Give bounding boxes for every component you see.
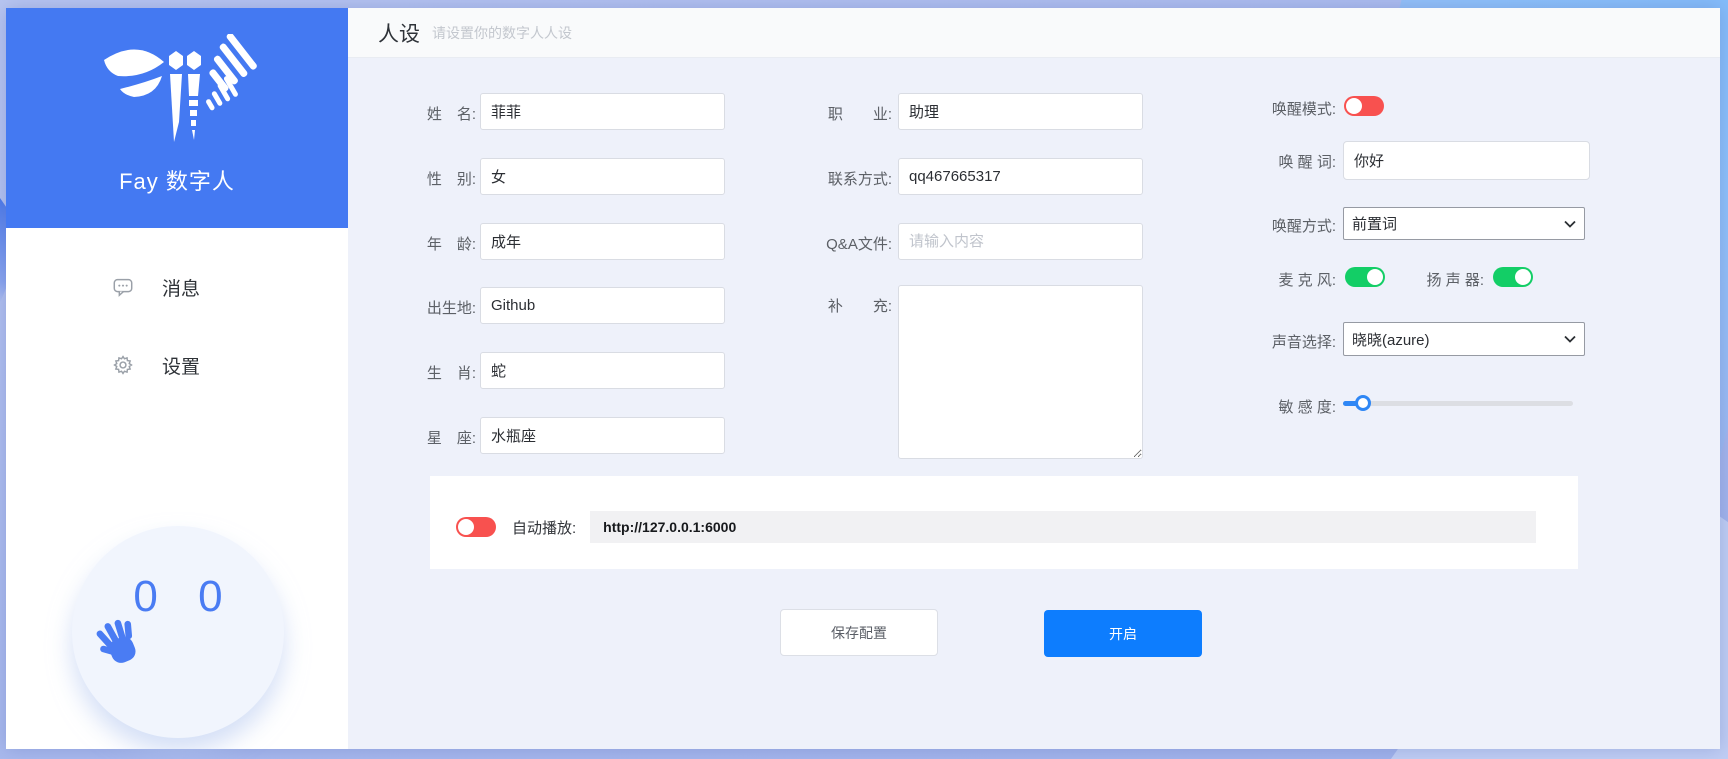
- wake-mode-label: 唤醒模式:: [1206, 98, 1336, 119]
- wake-word-input[interactable]: [1343, 141, 1590, 180]
- wake-word-label: 唤 醒 词:: [1206, 151, 1336, 172]
- qa-file-input[interactable]: [898, 223, 1143, 260]
- slider-track[interactable]: [1343, 401, 1573, 406]
- constellation-label: 星 座:: [390, 427, 476, 448]
- brand-header: Fay 数字人: [6, 8, 348, 228]
- qa-file-label: Q&A文件:: [772, 233, 892, 254]
- counter-values: 0 0: [72, 572, 284, 622]
- save-config-button[interactable]: 保存配置: [780, 609, 938, 656]
- page-subtitle: 请设置你的数字人人设: [432, 23, 572, 43]
- voice-select-value: 晓晓(azure): [1352, 329, 1564, 350]
- sidebar: Fay 数字人 消息: [6, 8, 348, 749]
- main-panel: 人设 请设置你的数字人人设 姓 名: 性 别: 年 龄: 出生地: 生 肖: 星…: [348, 8, 1720, 749]
- birthplace-label: 出生地:: [390, 297, 476, 318]
- page-header: 人设 请设置你的数字人人设: [348, 8, 1720, 58]
- counter-right: 0: [198, 572, 236, 621]
- page-title: 人设: [378, 18, 420, 48]
- sensitivity-slider[interactable]: [1343, 395, 1573, 411]
- voice-select[interactable]: 晓晓(azure): [1343, 322, 1585, 356]
- supplement-textarea[interactable]: [898, 285, 1143, 459]
- gender-input[interactable]: [480, 158, 725, 195]
- interaction-status-circle: 0 0: [72, 526, 284, 738]
- dragonfly-logo-icon: [82, 34, 272, 162]
- birthplace-input[interactable]: [480, 287, 725, 324]
- autoplay-panel: 自动播放:: [430, 476, 1578, 569]
- chevron-down-icon: [1564, 220, 1576, 228]
- persona-form: 姓 名: 性 别: 年 龄: 出生地: 生 肖: 星 座: 职 业: 联系方式:…: [348, 58, 1720, 749]
- gear-icon: [112, 354, 134, 376]
- sensitivity-label: 敏 感 度:: [1206, 396, 1336, 417]
- autoplay-label: 自动播放:: [512, 517, 576, 538]
- autoplay-row: 自动播放:: [456, 511, 1536, 543]
- autoplay-toggle[interactable]: [456, 517, 496, 537]
- supplement-label: 补 充:: [772, 295, 892, 316]
- waving-hand-icon: [94, 616, 150, 672]
- speaker-toggle[interactable]: [1493, 267, 1533, 287]
- occupation-label: 职 业:: [772, 103, 892, 124]
- chat-bubble-icon: [112, 276, 134, 298]
- wake-method-label: 唤醒方式:: [1206, 215, 1336, 236]
- gender-label: 性 别:: [390, 168, 476, 189]
- age-label: 年 龄:: [390, 233, 476, 254]
- autoplay-url-input[interactable]: [590, 511, 1536, 543]
- name-label: 姓 名:: [390, 103, 476, 124]
- counter-left: 0: [133, 572, 171, 621]
- contact-label: 联系方式:: [772, 168, 892, 189]
- chevron-down-icon: [1564, 335, 1576, 343]
- age-input[interactable]: [480, 223, 725, 260]
- wake-method-select[interactable]: 前置词: [1343, 207, 1585, 240]
- constellation-input[interactable]: [480, 417, 725, 454]
- sidebar-item-settings[interactable]: 设置: [6, 326, 348, 404]
- wake-method-value: 前置词: [1352, 213, 1564, 234]
- microphone-label: 麦 克 风:: [1206, 269, 1336, 290]
- sidebar-item-messages[interactable]: 消息: [6, 248, 348, 326]
- app-window: Fay 数字人 消息: [6, 8, 1720, 749]
- zodiac-animal-label: 生 肖:: [390, 362, 476, 383]
- occupation-input[interactable]: [898, 93, 1143, 130]
- name-input[interactable]: [480, 93, 725, 130]
- wake-mode-toggle[interactable]: [1344, 96, 1384, 116]
- brand-name: Fay 数字人: [119, 164, 235, 196]
- sidebar-menu: 消息 设置: [6, 248, 348, 404]
- voice-select-label: 声音选择:: [1206, 331, 1336, 352]
- zodiac-animal-input[interactable]: [480, 352, 725, 389]
- sidebar-item-label: 设置: [162, 352, 200, 379]
- start-button[interactable]: 开启: [1044, 610, 1202, 657]
- slider-knob[interactable]: [1355, 395, 1371, 411]
- microphone-toggle[interactable]: [1345, 267, 1385, 287]
- speaker-label: 扬 声 器:: [1404, 269, 1484, 290]
- sidebar-item-label: 消息: [162, 274, 200, 301]
- contact-input[interactable]: [898, 158, 1143, 195]
